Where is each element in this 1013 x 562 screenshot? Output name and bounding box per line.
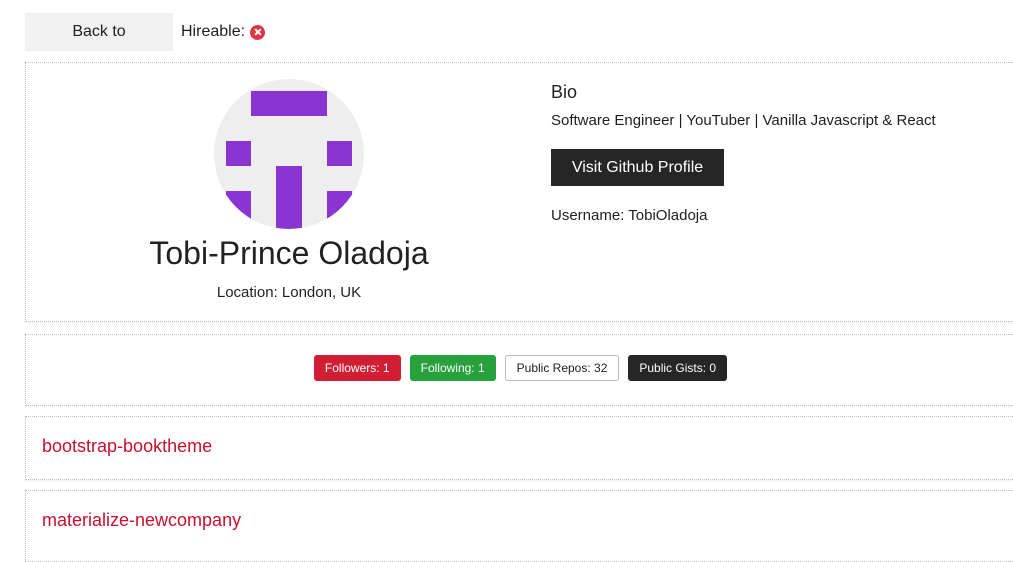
hireable-label: Hireable: (181, 23, 246, 40)
x-circle-icon (250, 24, 266, 40)
avatar-pattern-block (226, 141, 251, 166)
avatar-pattern-block (327, 141, 352, 166)
profile-username: Username: TobiOladoja (551, 207, 708, 224)
stats-badges: Followers: 1 Following: 1 Public Repos: … (26, 355, 1013, 381)
visit-github-profile-button[interactable]: Visit Github Profile (551, 149, 724, 186)
repo-card: bootstrap-booktheme (25, 416, 1013, 480)
avatar (214, 79, 364, 229)
profile-location: Location: London, UK (216, 284, 362, 301)
repo-link[interactable]: materialize-newcompany (42, 510, 241, 531)
bio-text: Software Engineer | YouTuber | Vanilla J… (551, 112, 936, 129)
avatar-pattern-block (327, 191, 352, 229)
back-to-search-button[interactable]: Back to Search (25, 13, 173, 78)
repo-link[interactable]: bootstrap-booktheme (42, 436, 212, 457)
top-bar: Back to Search Hireable: (25, 13, 266, 78)
following-badge: Following: 1 (409, 355, 496, 381)
bio-heading: Bio (551, 82, 578, 102)
followers-badge: Followers: 1 (313, 355, 401, 381)
avatar-pattern-block (276, 166, 302, 229)
avatar-pattern-block (251, 91, 327, 116)
hireable-status: Hireable: (181, 23, 266, 41)
repo-card: materialize-newcompany (25, 490, 1013, 562)
stats-card: Followers: 1 Following: 1 Public Repos: … (25, 334, 1013, 406)
public-repos-badge: Public Repos: 32 (504, 355, 620, 381)
avatar-pattern-block (226, 191, 251, 229)
profile-card: Tobi-Prince Oladoja Location: London, UK… (25, 62, 1013, 322)
public-gists-badge: Public Gists: 0 (628, 355, 728, 381)
profile-name: Tobi-Prince Oladoja (149, 235, 429, 271)
